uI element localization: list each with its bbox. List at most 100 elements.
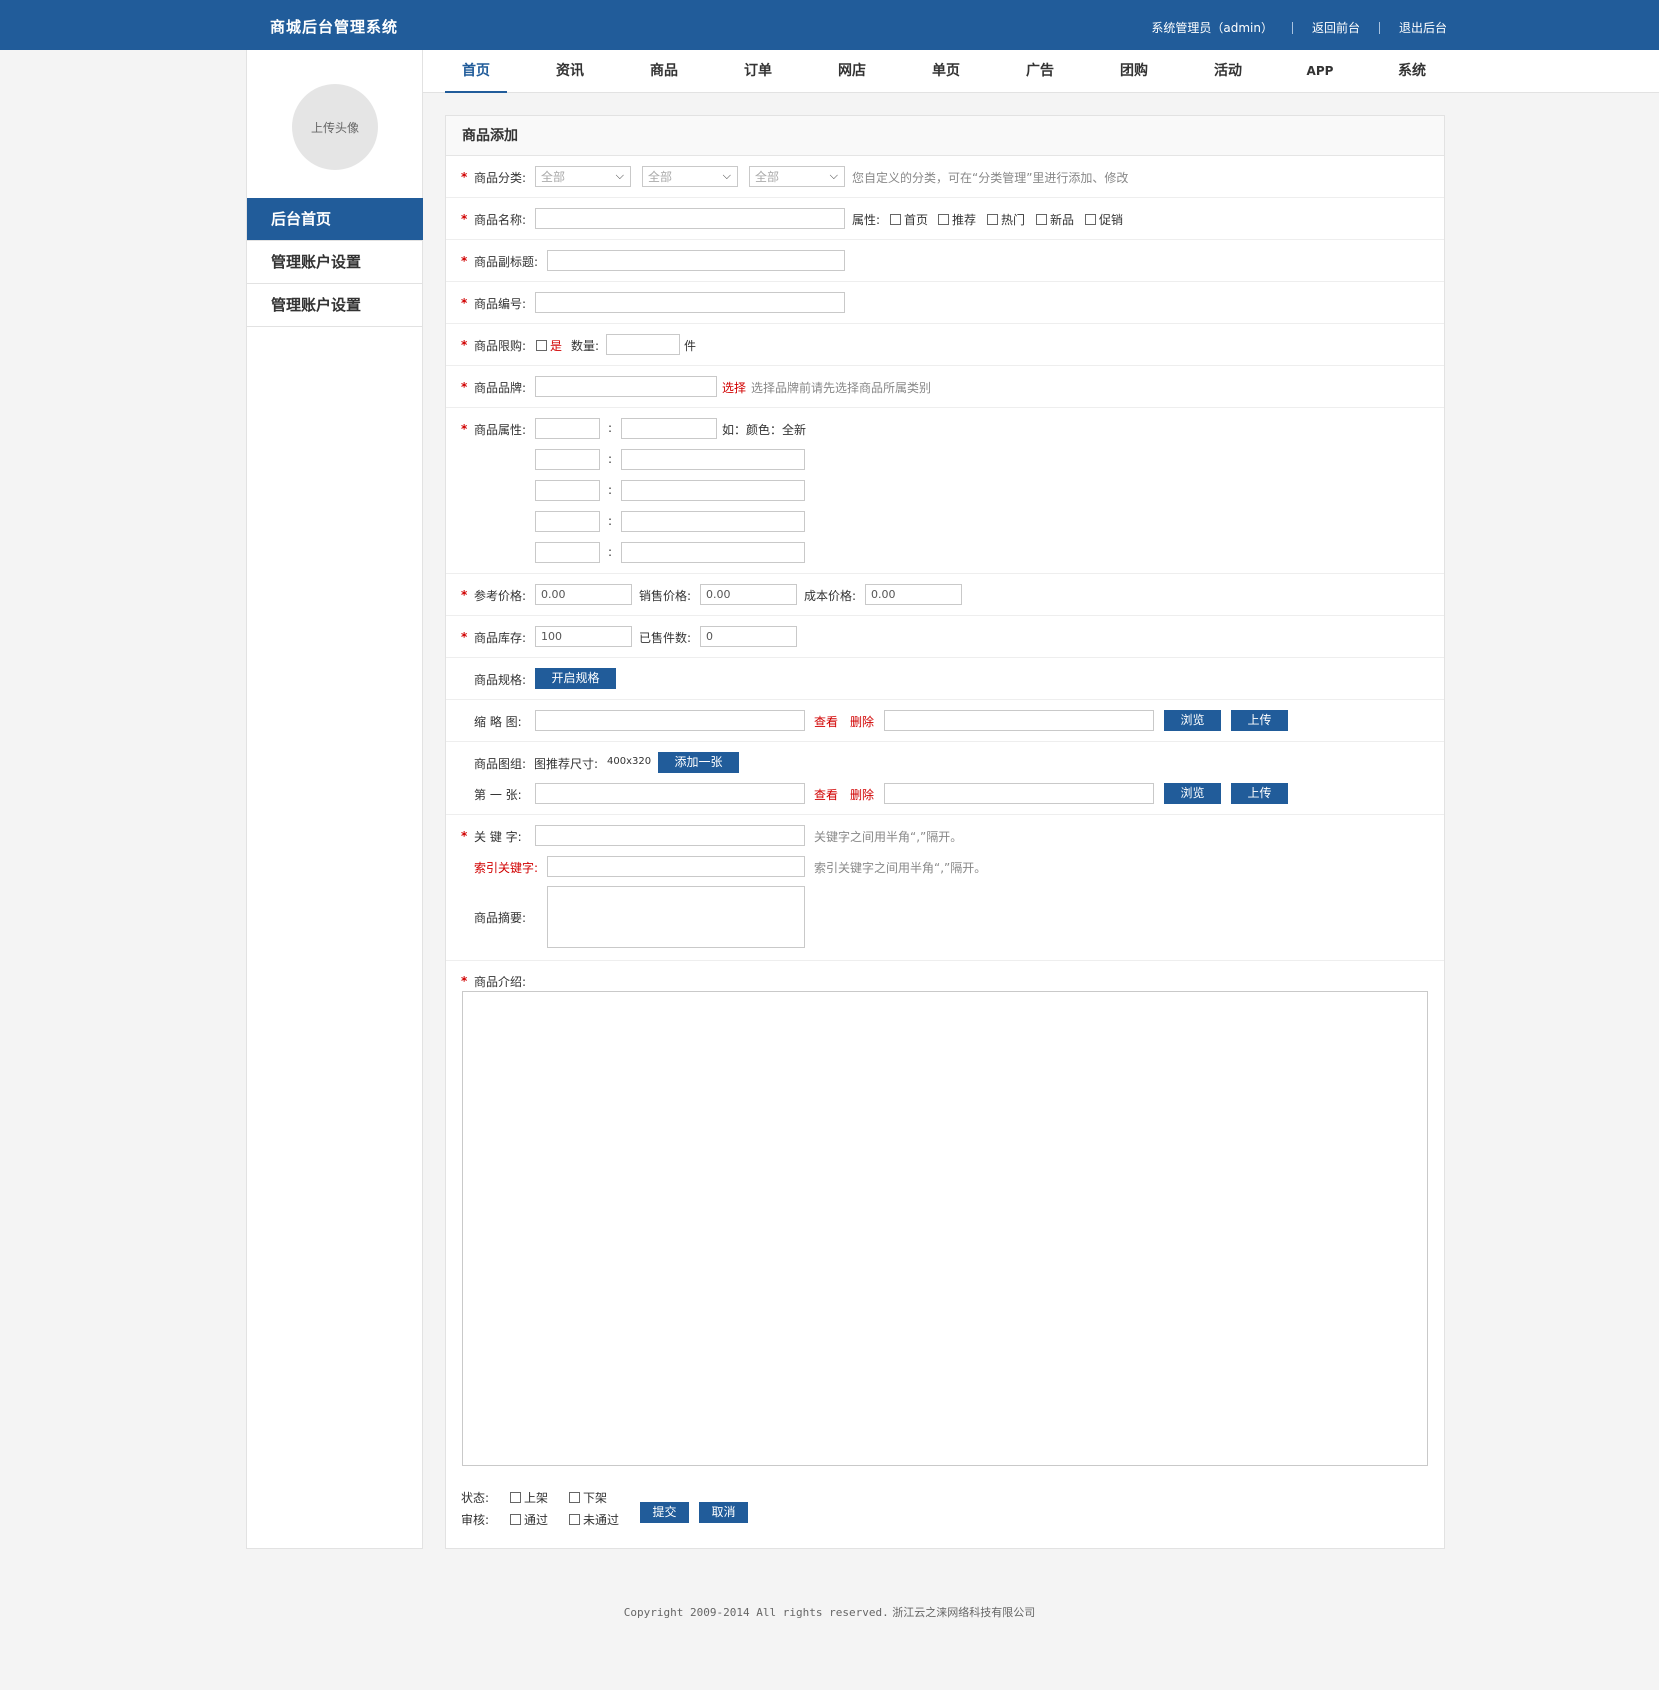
first-image-path-input[interactable] (535, 783, 805, 804)
brand-input[interactable] (535, 376, 717, 397)
attr-checkbox-recommend[interactable]: 推荐 (938, 211, 976, 228)
prop-value-input[interactable] (621, 480, 805, 501)
prop-key-input[interactable] (535, 449, 600, 470)
add-image-button[interactable]: 添加一张 (658, 752, 739, 773)
code-label: 商品编号: (474, 297, 527, 311)
product-add-panel: 商品添加 * 商品分类: 全部 ⌵ 全部 ⌵ 全部 ⌵ 您自定义的分类，可在“分类管理… (445, 115, 1445, 1549)
index-keywords-input[interactable] (547, 856, 805, 877)
required-icon: * (461, 630, 468, 644)
brand-select-link[interactable]: 选择 (722, 379, 746, 396)
chevron-down-icon: ⌵ (722, 169, 731, 182)
sidebar-item-account-settings[interactable]: 管理账户设置 (247, 241, 423, 284)
first-image-browse-button[interactable]: 浏览 (1164, 783, 1221, 804)
tab-news[interactable]: 资讯 (539, 50, 601, 93)
intro-editor[interactable] (462, 991, 1428, 1466)
index-keywords-label: 索引关键字: (474, 861, 539, 875)
first-image-upload-button[interactable]: 上传 (1231, 783, 1288, 804)
gallery-label: 商品图组: (474, 757, 527, 771)
cancel-button[interactable]: 取消 (699, 1502, 748, 1523)
limit-checkbox[interactable]: 是 (536, 337, 562, 354)
checkbox-icon (569, 1492, 580, 1503)
props-example: 如：颜色：全新 (722, 423, 807, 437)
thumbnail-label: 缩 略 图: (474, 715, 522, 729)
subtitle-input[interactable] (547, 250, 845, 271)
audit-fail-checkbox[interactable]: 未通过 (569, 1511, 619, 1528)
tab-products[interactable]: 商品 (633, 50, 695, 93)
logout-link[interactable]: 退出后台 (1399, 19, 1447, 36)
summary-textarea[interactable] (547, 886, 805, 948)
code-row: * 商品编号: (446, 282, 1444, 324)
required-icon: * (461, 296, 468, 310)
tab-orders[interactable]: 订单 (727, 50, 789, 93)
checkbox-label: 是 (550, 339, 563, 353)
divider (1291, 21, 1293, 34)
audit-pass-checkbox[interactable]: 通过 (510, 1511, 548, 1528)
thumbnail-view-link[interactable]: 查看 (814, 713, 838, 730)
prop-key-input[interactable] (535, 542, 600, 563)
prop-key-input[interactable] (535, 511, 600, 532)
tab-groupbuy[interactable]: 团购 (1103, 50, 1165, 93)
checkbox-icon (569, 1514, 580, 1525)
attr-checkbox-promo[interactable]: 促销 (1085, 211, 1123, 228)
cost-price-input[interactable]: 0.00 (865, 584, 962, 605)
app-title: 商城后台管理系统 (270, 18, 399, 36)
prop-value-input[interactable] (621, 418, 717, 439)
limit-qty-input[interactable] (606, 334, 680, 355)
thumbnail-upload-button[interactable]: 上传 (1231, 710, 1288, 731)
prop-value-input[interactable] (621, 449, 805, 470)
thumbnail-browse-button[interactable]: 浏览 (1164, 710, 1221, 731)
sidebar-item-home[interactable]: 后台首页 (247, 198, 423, 241)
thumbnail-file-input[interactable] (884, 710, 1154, 731)
tab-activity[interactable]: 活动 (1197, 50, 1259, 93)
category-select-2[interactable]: 全部 ⌵ (642, 166, 738, 187)
status-on-checkbox[interactable]: 上架 (510, 1489, 548, 1506)
tab-pages[interactable]: 单页 (915, 50, 977, 93)
gallery-size-hint-prefix: 图推荐尺寸: (534, 757, 599, 771)
prop-key-input[interactable] (535, 480, 600, 501)
category-select-1[interactable]: 全部 ⌵ (535, 166, 631, 187)
keywords-input[interactable] (535, 825, 805, 846)
attr-checkbox-new[interactable]: 新品 (1036, 211, 1074, 228)
status-off-checkbox[interactable]: 下架 (569, 1489, 607, 1506)
tab-home[interactable]: 首页 (445, 50, 507, 93)
prop-value-input[interactable] (621, 542, 805, 563)
attr-checkbox-hot[interactable]: 热门 (987, 211, 1025, 228)
limit-label: 商品限购: (474, 339, 527, 353)
enable-spec-button[interactable]: 开启规格 (535, 668, 616, 689)
prop-key-input[interactable] (535, 418, 600, 439)
stock-input[interactable]: 100 (535, 626, 632, 647)
checkbox-label: 下架 (583, 1491, 608, 1505)
props-label: 商品属性: (474, 423, 527, 437)
first-image-file-input[interactable] (884, 783, 1154, 804)
sale-price-label: 销售价格: (639, 589, 692, 603)
tab-system[interactable]: 系统 (1381, 50, 1443, 93)
code-input[interactable] (535, 292, 845, 313)
divider (1378, 21, 1380, 34)
sale-price-input[interactable]: 0.00 (700, 584, 797, 605)
thumbnail-delete-link[interactable]: 删除 (850, 713, 874, 730)
sidebar-item-account-settings-2[interactable]: 管理账户设置 (247, 284, 423, 327)
checkbox-label: 新品 (1050, 213, 1075, 227)
thumbnail-path-input[interactable] (535, 710, 805, 731)
upload-avatar-button[interactable]: 上传头像 (292, 84, 378, 170)
category-select-3[interactable]: 全部 ⌵ (749, 166, 845, 187)
first-image-delete-link[interactable]: 删除 (850, 786, 874, 803)
checkbox-icon (510, 1492, 521, 1503)
name-input[interactable] (535, 208, 845, 229)
first-image-view-link[interactable]: 查看 (814, 786, 838, 803)
colon: : (608, 452, 613, 466)
required-icon: * (461, 829, 468, 843)
name-label: 商品名称: (474, 213, 527, 227)
prop-value-input[interactable] (621, 511, 805, 532)
tab-shops[interactable]: 网店 (821, 50, 883, 93)
sold-input[interactable]: 0 (700, 626, 797, 647)
tab-ads[interactable]: 广告 (1009, 50, 1071, 93)
checkbox-icon (938, 214, 949, 225)
colon: : (608, 483, 613, 497)
keywords-hint: 关键字之间用半角“,”隔开。 (814, 830, 963, 844)
submit-button[interactable]: 提交 (640, 1502, 689, 1523)
attr-checkbox-home[interactable]: 首页 (890, 211, 928, 228)
back-to-front-link[interactable]: 返回前台 (1312, 19, 1360, 36)
tab-app[interactable]: APP (1289, 50, 1351, 93)
ref-price-input[interactable]: 0.00 (535, 584, 632, 605)
